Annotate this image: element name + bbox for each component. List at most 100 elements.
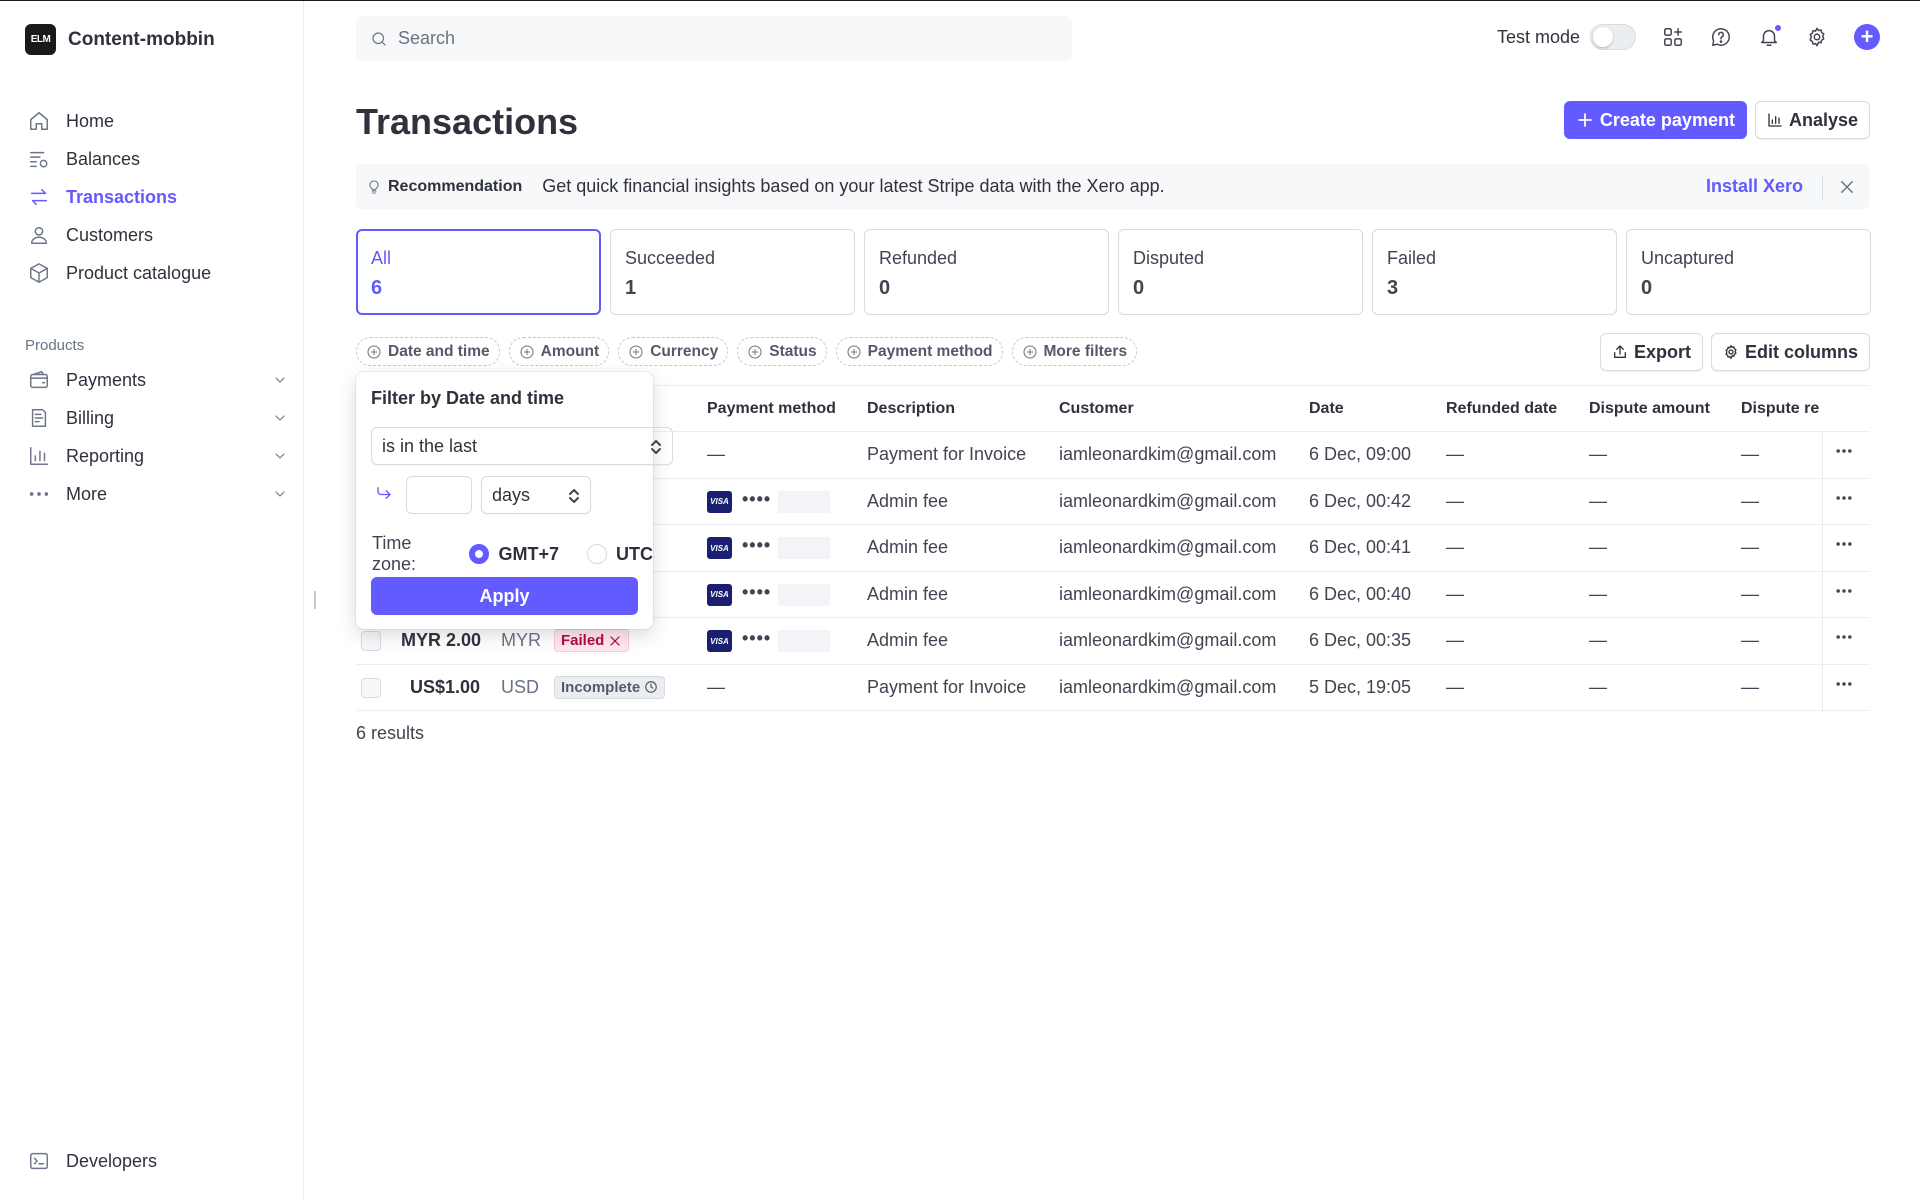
filter-chip-currency[interactable]: Currency (618, 337, 729, 366)
sidebar-item-reporting[interactable]: Reporting (28, 437, 288, 475)
timezone-option-gmt7[interactable]: GMT+7 (469, 544, 559, 565)
button-label: Analyse (1788, 109, 1858, 130)
search-bar[interactable] (356, 16, 1072, 61)
more-horizontal-icon (1836, 588, 1852, 593)
more-horizontal-icon (1836, 495, 1852, 500)
create-payment-button[interactable]: Create payment (1563, 101, 1747, 139)
card-count: 0 (1641, 277, 1653, 299)
customer-email[interactable]: iamleonardkim@gmail.com (1059, 537, 1276, 558)
apply-button[interactable]: Apply (371, 577, 638, 615)
row-actions-button[interactable] (1834, 674, 1854, 694)
row-checkbox[interactable] (361, 677, 381, 698)
option-label: GMT+7 (498, 543, 559, 564)
dispute-amount: — (1589, 676, 1607, 697)
sidebar-item-developers[interactable]: Developers (28, 1142, 288, 1180)
dispute-reason: — (1741, 490, 1759, 511)
dispute-amount: — (1589, 583, 1607, 604)
column-header-payment-method[interactable]: Payment method (707, 400, 836, 418)
row-checkbox[interactable] (361, 631, 381, 651)
row-actions-button[interactable] (1834, 627, 1854, 647)
install-xero-link[interactable]: Install Xero (1706, 176, 1803, 197)
customer-email[interactable]: iamleonardkim@gmail.com (1059, 584, 1276, 605)
status-card-refunded[interactable]: Refunded 0 (864, 229, 1109, 315)
plus-circle-icon (1023, 345, 1037, 358)
sidebar-item-home[interactable]: Home (28, 102, 288, 140)
sidebar-item-payments[interactable]: Payments (28, 361, 288, 399)
apps-button[interactable] (1662, 26, 1684, 48)
help-icon (1712, 28, 1730, 46)
close-banner-button[interactable] (1838, 178, 1856, 196)
column-header-dispute-reason[interactable]: Dispute re (1741, 400, 1820, 418)
row-actions-button[interactable] (1834, 488, 1854, 508)
sidebar-resize-handle[interactable] (314, 591, 316, 609)
table-row[interactable]: US$1.00 USD Incomplete — Payment for Invoice… (356, 665, 1870, 711)
test-mode: Test mode (1497, 24, 1636, 50)
payment-method: — (707, 676, 725, 697)
refunded-date: — (1446, 676, 1464, 697)
top-actions: Test mode + (1497, 24, 1880, 50)
row-actions-button[interactable] (1834, 581, 1854, 601)
sidebar-item-more[interactable]: More (28, 475, 288, 513)
column-header-refunded-date[interactable]: Refunded date (1446, 400, 1557, 418)
close-icon (610, 635, 621, 646)
description: Admin fee (867, 490, 949, 511)
status-filter-cards: All 6 Succeeded 1 Refunded 0 Disputed 0 … (356, 229, 1871, 315)
customer-email[interactable]: iamleonardkim@gmail.com (1059, 444, 1276, 465)
status-card-disputed[interactable]: Disputed 0 (1118, 229, 1363, 315)
column-header-customer[interactable]: Customer (1059, 400, 1134, 418)
unit-select[interactable]: days (481, 476, 591, 514)
export-button[interactable]: Export (1599, 333, 1703, 371)
chevron-down-icon[interactable] (272, 372, 288, 388)
customer-icon (30, 226, 48, 244)
timezone-option-utc[interactable]: UTC (587, 544, 653, 565)
filter-chip-amount[interactable]: Amount (508, 337, 610, 366)
sidebar-item-product-catalogue[interactable]: Product catalogue (28, 254, 288, 292)
sidebar-item-balances[interactable]: Balances (28, 140, 288, 178)
sidebar-item-customers[interactable]: Customers (28, 216, 288, 254)
balances-icon (30, 151, 48, 168)
status-card-uncaptured[interactable]: Uncaptured 0 (1626, 229, 1871, 315)
filter-chip-payment-method[interactable]: Payment method (835, 337, 1003, 366)
chevron-down-icon[interactable] (272, 486, 288, 502)
chevron-down-icon[interactable] (272, 410, 288, 426)
notifications-button[interactable] (1758, 24, 1782, 48)
chevron-down-icon[interactable] (272, 448, 288, 464)
condition-select[interactable]: is in the last (371, 427, 673, 465)
column-header-date[interactable]: Date (1309, 400, 1344, 418)
row-actions-button[interactable] (1834, 534, 1854, 554)
status-card-all[interactable]: All 6 (356, 229, 601, 315)
masked-card-number: •••• (742, 628, 772, 648)
option-label: UTC (616, 543, 653, 564)
column-header-description[interactable]: Description (867, 400, 955, 418)
radio-unselected[interactable] (587, 544, 607, 564)
account-switcher[interactable]: ELM Content-mobbin (25, 24, 215, 55)
lightbulb-icon (369, 179, 379, 194)
search-input[interactable] (398, 28, 998, 49)
analyse-button[interactable]: Analyse (1754, 101, 1870, 139)
date: 6 Dec, 00:40 (1309, 583, 1412, 604)
customer-email[interactable]: iamleonardkim@gmail.com (1059, 491, 1276, 512)
filter-chip-status[interactable]: Status (737, 337, 827, 366)
column-header-dispute-amount[interactable]: Dispute amount (1589, 400, 1710, 418)
sidebar-item-transactions[interactable]: Transactions (28, 178, 288, 216)
edit-columns-button[interactable]: Edit columns (1710, 333, 1870, 371)
customer-email[interactable]: iamleonardkim@gmail.com (1059, 630, 1276, 651)
billing-icon (31, 409, 47, 427)
status-card-failed[interactable]: Failed 3 (1372, 229, 1617, 315)
help-button[interactable] (1710, 26, 1732, 48)
dispute-amount: — (1589, 490, 1607, 511)
settings-button[interactable] (1806, 26, 1828, 48)
radio-selected[interactable] (469, 544, 490, 564)
status-card-succeeded[interactable]: Succeeded 1 (610, 229, 855, 315)
test-mode-toggle[interactable] (1590, 24, 1636, 50)
filter-chip-date[interactable]: Date and time (356, 337, 500, 366)
sidebar-item-billing[interactable]: Billing (28, 399, 288, 437)
status-badge: Failed (554, 629, 630, 652)
timezone-group: Time zone: GMT+7 UTC (372, 533, 653, 575)
quick-create-button[interactable]: + (1854, 24, 1880, 50)
row-actions-button[interactable] (1834, 441, 1854, 461)
duration-input[interactable] (406, 476, 472, 514)
filter-chip-more[interactable]: More filters (1011, 337, 1138, 366)
customer-email[interactable]: iamleonardkim@gmail.com (1059, 677, 1276, 698)
sidebar-item-label: Product catalogue (66, 262, 212, 283)
